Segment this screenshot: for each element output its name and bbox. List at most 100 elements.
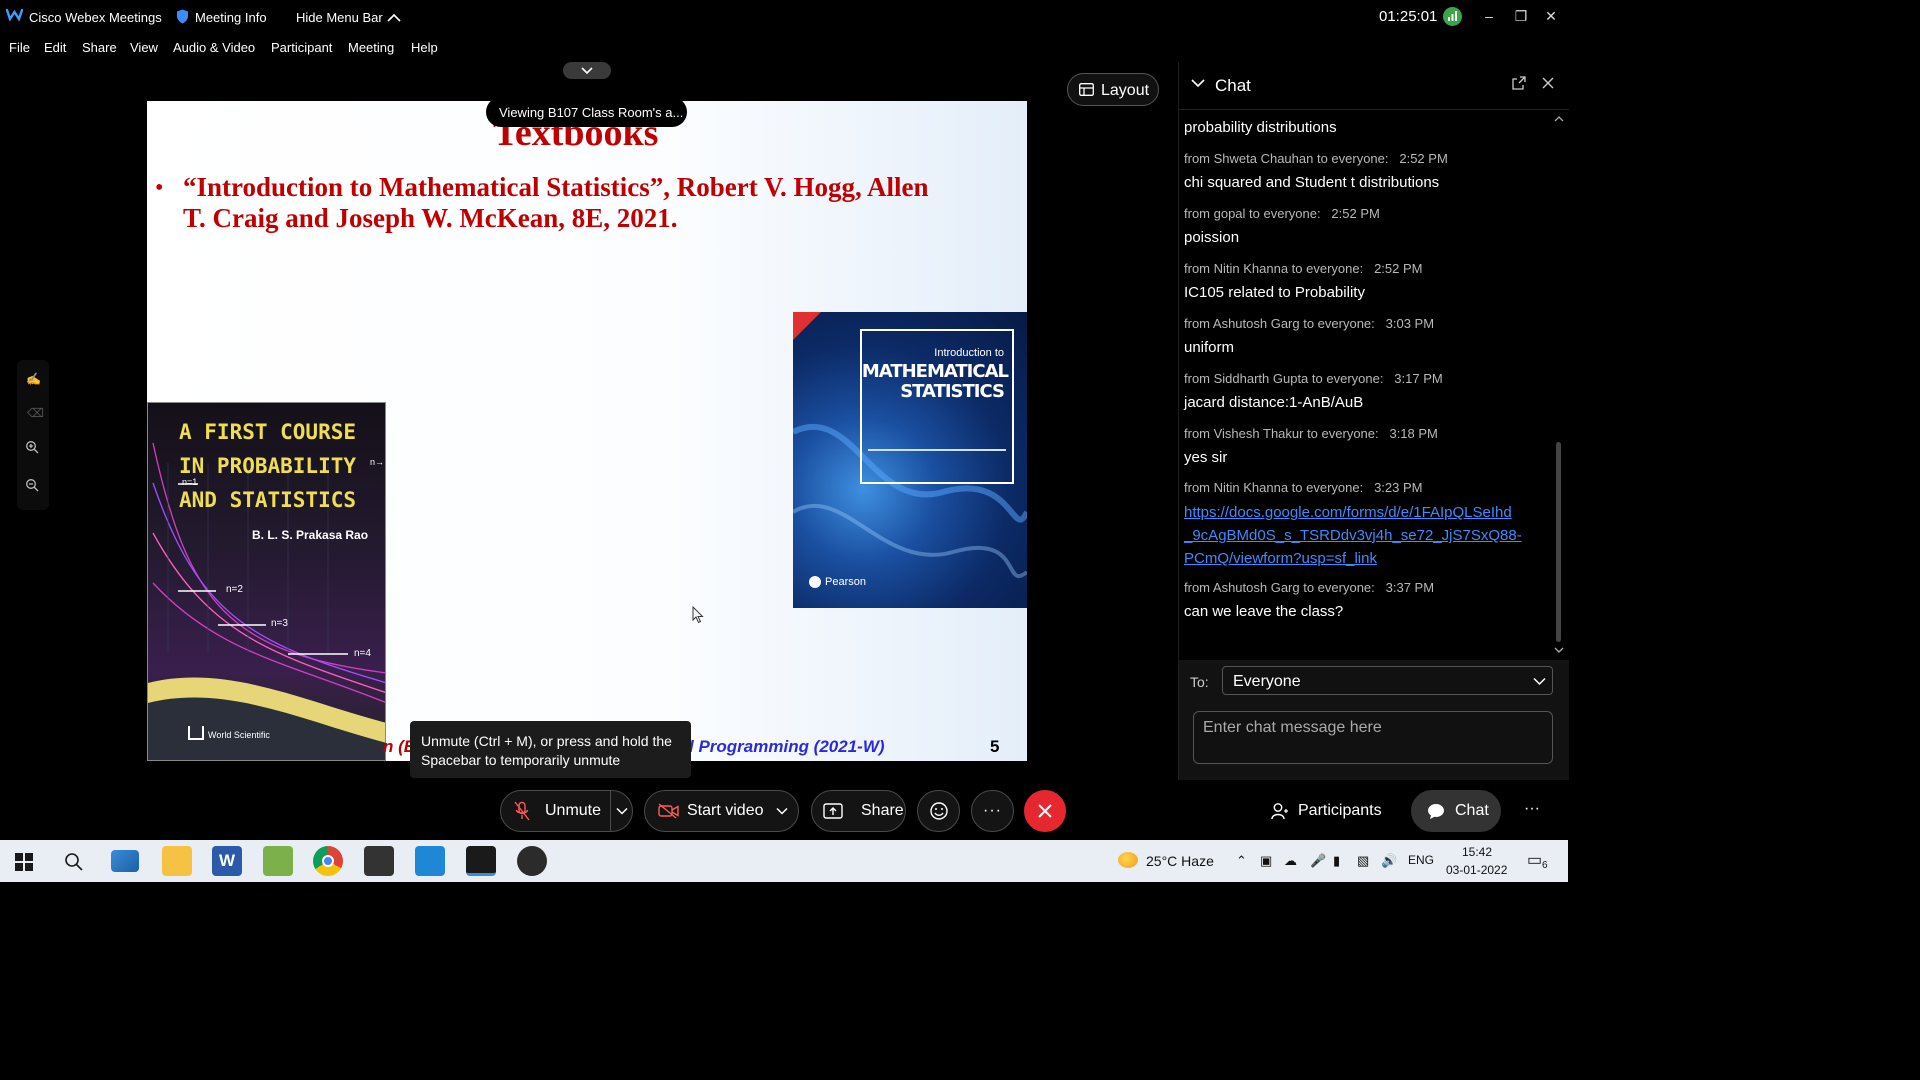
eraser-icon[interactable]: ⌫ bbox=[27, 406, 44, 420]
close-window-button[interactable]: ✕ bbox=[1536, 4, 1566, 28]
weather-icon bbox=[1118, 852, 1138, 868]
chat-sender: from Vishesh Thakur to everyone: bbox=[1184, 426, 1379, 441]
app-title: Cisco Webex Meetings bbox=[29, 10, 162, 25]
book1-title-line-1: A FIRST COURSE bbox=[179, 420, 357, 444]
unmute-button[interactable]: Unmute bbox=[500, 790, 633, 832]
book-cover-math-stats: Introduction to MATHEMATICAL STATISTICS … bbox=[793, 312, 1027, 608]
scrollbar-thumb[interactable] bbox=[1556, 442, 1561, 642]
menu-audio-video[interactable]: Audio & Video bbox=[173, 40, 255, 55]
menu-edit[interactable]: Edit bbox=[44, 40, 66, 55]
minimize-button[interactable]: – bbox=[1474, 4, 1504, 28]
battery-icon[interactable]: ▮ bbox=[1333, 853, 1340, 869]
network-icon[interactable]: ▧ bbox=[1357, 853, 1369, 869]
layout-label: Layout bbox=[1101, 82, 1150, 99]
chat-sender: from Siddharth Gupta to everyone: bbox=[1184, 371, 1384, 386]
pen-icon[interactable]: ✍ bbox=[26, 372, 41, 386]
clock-date[interactable]: 03-01-2022 bbox=[1446, 863, 1507, 877]
meeting-info-button[interactable]: Meeting Info bbox=[195, 10, 267, 25]
restore-button[interactable]: ❐ bbox=[1506, 4, 1536, 28]
notification-icon[interactable]: ▭ bbox=[1527, 850, 1542, 870]
emoji-icon bbox=[929, 802, 948, 820]
recipient-select[interactable]: Everyone bbox=[1222, 666, 1553, 695]
book1-author: B. L. S. Prakasa Rao bbox=[252, 528, 369, 542]
chevron-up-icon[interactable] bbox=[387, 11, 401, 26]
onedrive-icon[interactable]: ☁ bbox=[1284, 853, 1297, 869]
end-meeting-button[interactable] bbox=[1024, 790, 1066, 832]
weather-label[interactable]: 25°C Haze bbox=[1146, 853, 1214, 869]
photo-app-icon[interactable] bbox=[263, 846, 293, 876]
menu-share[interactable]: Share bbox=[82, 40, 117, 55]
title-bar: Cisco Webex Meetings Meeting Info Hide M… bbox=[0, 0, 1568, 34]
menu-file[interactable]: File bbox=[9, 40, 30, 55]
chat-message-meta: from Ashutosh Garg to everyone: 3:37 PM bbox=[1184, 580, 1552, 595]
start-video-button[interactable]: Start video bbox=[644, 790, 799, 832]
chat-message-text: jacard distance:1-AnB/AuB bbox=[1184, 394, 1364, 411]
menu-participant[interactable]: Participant bbox=[271, 40, 332, 55]
chat-link[interactable]: https://docs.google.com/forms/d/e/1FAIpQ… bbox=[1184, 501, 1552, 570]
terminal-icon[interactable] bbox=[364, 846, 394, 876]
chat-time: 3:03 PM bbox=[1385, 316, 1435, 331]
file-explorer-icon[interactable] bbox=[162, 846, 192, 876]
chat-message-meta: from Vishesh Thakur to everyone: 3:18 PM bbox=[1184, 426, 1552, 441]
menu-bar: File Edit Share View Audio & Video Parti… bbox=[0, 34, 1568, 60]
word-icon[interactable]: W bbox=[212, 846, 242, 876]
chrome-icon[interactable] bbox=[313, 846, 343, 876]
reactions-button[interactable] bbox=[917, 790, 960, 832]
more-options-button[interactable]: ··· bbox=[971, 790, 1014, 832]
chat-link-line-3[interactable]: PCmQ/viewform?usp=sf_link bbox=[1184, 547, 1552, 570]
hide-menu-bar-button[interactable]: Hide Menu Bar bbox=[296, 10, 383, 25]
chat-link-line-1[interactable]: https://docs.google.com/forms/d/e/1FAIpQ… bbox=[1184, 501, 1552, 524]
chevron-down-icon[interactable] bbox=[616, 807, 628, 815]
chat-title: Chat bbox=[1215, 76, 1251, 95]
chat-message-meta: from Ashutosh Garg to everyone: 3:03 PM bbox=[1184, 316, 1552, 331]
clock-time[interactable]: 15:42 bbox=[1462, 845, 1492, 859]
language-indicator[interactable]: ENG bbox=[1408, 853, 1434, 867]
zoom-in-icon[interactable] bbox=[25, 440, 39, 459]
chevron-down-icon[interactable] bbox=[776, 807, 789, 815]
participants-button[interactable]: Participants bbox=[1257, 790, 1397, 832]
recipient-value: Everyone bbox=[1233, 673, 1301, 690]
slide-footer-course: l Programming (2021-W) bbox=[689, 737, 885, 756]
chat-scrollbar[interactable] bbox=[1551, 112, 1567, 660]
volume-icon[interactable]: 🔊 bbox=[1381, 853, 1397, 869]
slide-bullet-line-2: T. Craig and Joseph W. McKean, 8E, 2021. bbox=[183, 203, 678, 233]
popout-icon[interactable] bbox=[1512, 76, 1526, 90]
chat-button[interactable]: Chat bbox=[1411, 790, 1501, 832]
vscode-icon[interactable] bbox=[415, 846, 445, 876]
search-icon[interactable] bbox=[64, 852, 84, 872]
webex-taskbar-icon[interactable] bbox=[466, 846, 496, 876]
layout-button[interactable]: Layout bbox=[1067, 73, 1159, 106]
chat-message-input[interactable]: Enter chat message here bbox=[1193, 711, 1553, 764]
shield-icon[interactable] bbox=[176, 9, 189, 27]
chat-time: 2:52 PM bbox=[1331, 206, 1380, 221]
mic-icon[interactable]: 🎤 bbox=[1310, 853, 1326, 869]
chat-sender: from Ashutosh Garg to everyone: bbox=[1184, 580, 1375, 595]
layout-icon bbox=[1079, 83, 1094, 96]
chat-sender: from Nitin Khanna to everyone: bbox=[1184, 261, 1364, 276]
obs-icon[interactable] bbox=[517, 846, 547, 876]
meet-now-icon[interactable]: ▣ bbox=[1260, 853, 1272, 869]
chat-panel: Chat probability distributions from Shwe… bbox=[1178, 62, 1569, 780]
chat-message-text: yes sir bbox=[1184, 449, 1228, 466]
zoom-out-icon[interactable] bbox=[25, 478, 39, 497]
chat-message: from Ashutosh Garg to everyone: 3:03 PM … bbox=[1184, 316, 1552, 359]
menu-view[interactable]: View bbox=[130, 40, 158, 55]
scroll-down-icon[interactable] bbox=[1554, 646, 1564, 654]
close-icon[interactable] bbox=[1542, 77, 1554, 89]
mouse-cursor-icon bbox=[692, 605, 704, 629]
task-view-icon[interactable] bbox=[111, 850, 139, 872]
network-health-icon[interactable] bbox=[1443, 7, 1462, 26]
menu-help[interactable]: Help bbox=[411, 40, 438, 55]
chevron-up-icon[interactable]: ⌃ bbox=[1236, 853, 1247, 869]
collapse-handle[interactable] bbox=[563, 62, 611, 79]
chat-link-line-2[interactable]: _9cAgBMd0S_s_TSRDdv3vj4h_se72_JjS7SxQ88- bbox=[1184, 524, 1552, 547]
webex-logo-icon bbox=[5, 8, 24, 22]
windows-start-icon[interactable] bbox=[15, 853, 33, 871]
chat-input-placeholder: Enter chat message here bbox=[1203, 719, 1382, 736]
share-button[interactable]: Share bbox=[811, 790, 906, 832]
pearson-logo-icon bbox=[809, 576, 821, 588]
chevron-down-icon[interactable] bbox=[1191, 78, 1205, 88]
menu-meeting[interactable]: Meeting bbox=[348, 40, 394, 55]
more-actions-button[interactable]: ··· bbox=[1524, 800, 1540, 818]
scroll-up-icon[interactable] bbox=[1554, 115, 1564, 123]
